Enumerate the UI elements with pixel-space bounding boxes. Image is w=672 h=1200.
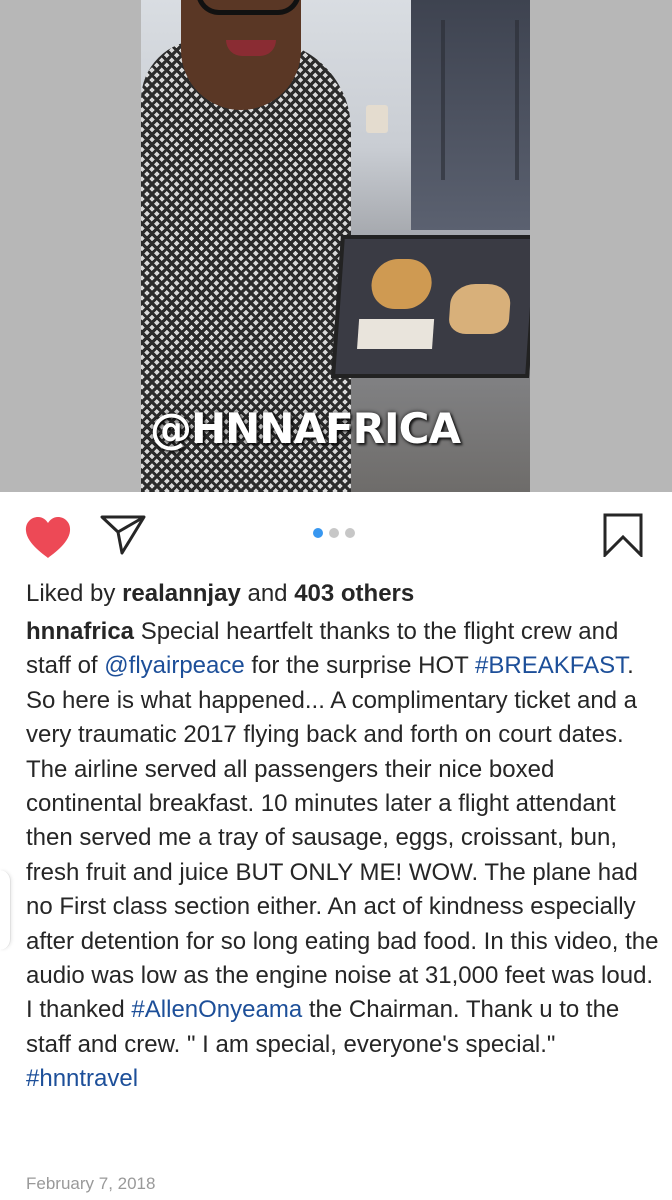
breakfast-tray [331,235,530,378]
likes-summary: Liked by realannjay and 403 others [26,578,414,610]
airplane-seats-background [441,20,519,180]
mention-link[interactable]: @flyairpeace [104,652,244,679]
bookmark-icon[interactable] [602,513,644,557]
carousel-dot [329,528,339,538]
bun [448,284,512,334]
carousel-dot [345,528,355,538]
likes-count-link[interactable]: 403 others [294,580,414,607]
napkin [357,319,435,349]
post-media[interactable]: @HNNAFRICA [0,0,672,492]
media-watermark: @HNNAFRICA [150,404,461,453]
mouth [226,40,276,56]
glasses [196,0,301,15]
hashtag-link[interactable]: #AllenOnyeama [131,996,302,1023]
heart-icon[interactable] [24,516,72,560]
face [181,0,301,110]
hashtag-link[interactable]: #BREAKFAST [475,652,627,679]
croissant [369,259,434,309]
post-caption: hnnafrica Special heartfelt thanks to th… [26,615,661,1097]
likes-middle: and [240,580,295,607]
hashtag-link[interactable]: #hnntravel [26,1065,138,1092]
edge-handle[interactable] [0,870,11,950]
cup [366,105,388,133]
post-date: February 7, 2018 [26,1174,156,1193]
liked-by-user-link[interactable]: realannjay [122,580,241,607]
caption-text: for the surprise HOT [244,652,476,680]
caption-text: . So here is what happened... A complime… [26,652,659,1024]
carousel-indicator [313,528,355,540]
caption-username[interactable]: hnnafrica [26,618,134,645]
likes-prefix: Liked by [26,580,123,607]
carousel-dot-active [313,528,323,538]
paper-plane-icon[interactable] [99,514,147,556]
